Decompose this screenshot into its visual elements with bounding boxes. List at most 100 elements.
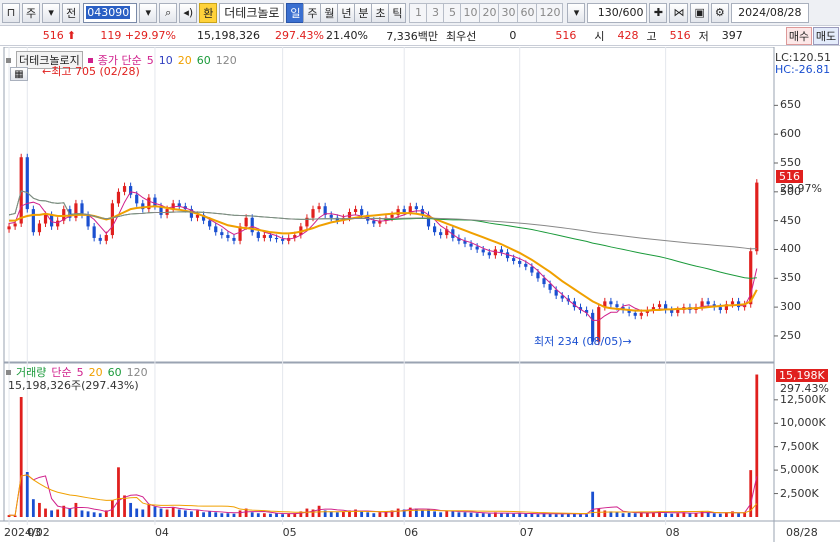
candle-body [135, 194, 139, 204]
stock-code-input[interactable]: 043090 [83, 2, 138, 23]
count-field[interactable]: 130/600 [587, 2, 648, 23]
ma120-legend: 120 [215, 53, 237, 67]
market-type-button[interactable]: 주 [22, 2, 41, 23]
ma10-legend: 10 [158, 53, 173, 67]
code-dropdown-icon[interactable]: ▾ [139, 2, 158, 23]
volume-bar [360, 511, 364, 517]
candle-body [487, 252, 491, 256]
volume-bar [50, 510, 53, 517]
interval-tab[interactable]: 30 [498, 2, 519, 23]
candle-body [311, 209, 315, 218]
candle-body [25, 157, 29, 210]
y-tick-label: 500 [780, 184, 801, 198]
ma-line-120 [8, 190, 757, 250]
volume-tick-label: 12,500K [780, 392, 826, 406]
candle-body [536, 272, 540, 279]
volume-bar [536, 514, 540, 517]
sell-button[interactable]: 매도 [813, 27, 839, 45]
date-field[interactable]: 2024/08/28 [730, 2, 809, 23]
volume-bar [269, 513, 272, 517]
indicator-icon[interactable]: ⋈ [669, 2, 689, 23]
chart-area[interactable]: 더테크놀로지 종가 단순 5 10 20 60 120 ▦ LC:120.51 … [0, 46, 840, 542]
volume-badge: 15,198K [776, 369, 828, 382]
volume-value-line: 15,198,326주(297.43%) [8, 379, 139, 392]
x-tick-label: 04 [154, 526, 169, 539]
period-tabs: 일주월년분초틱 [286, 2, 407, 23]
period-tab[interactable]: 일 [286, 2, 305, 23]
save-icon[interactable]: ▣ [690, 2, 709, 23]
candle-body [414, 206, 418, 210]
search-icon[interactable]: ⌕ [159, 2, 178, 23]
volume-bar [469, 512, 473, 517]
x-tick-label: 03 [27, 526, 42, 539]
high-annotation: ←최고 705 (02/28) [42, 65, 140, 78]
chart-settings-icon[interactable]: ⊓ [2, 2, 20, 23]
candle-body [730, 301, 735, 305]
interval-tab[interactable]: 20 [479, 2, 500, 23]
volume-bar [275, 513, 278, 517]
interval-tab[interactable]: 120 [536, 2, 564, 23]
period-tab[interactable]: 년 [337, 2, 356, 23]
quote-bar: 516 ⬆ 119 +29.97% 15,198,326 297.43% 21.4… [0, 26, 840, 46]
candle-body [524, 263, 528, 267]
candle-body [317, 206, 321, 210]
candle-body [548, 284, 552, 290]
volume-bar [676, 513, 680, 517]
dropdown-chevron-icon[interactable]: ▾ [42, 2, 61, 23]
up-arrow-icon: ⬆ [66, 29, 76, 42]
interval-tab[interactable]: 3 [426, 2, 445, 23]
volume-ma5-line [9, 474, 758, 516]
candle-body [408, 206, 412, 212]
period-tab[interactable]: 초 [371, 2, 390, 23]
candle-body [718, 307, 722, 310]
volume-bar [664, 513, 668, 517]
open-label: 시 [594, 29, 605, 43]
volume-bar [378, 512, 382, 517]
volume-bar [518, 513, 522, 517]
table-icon[interactable]: ▦ [10, 67, 28, 81]
period-tab[interactable]: 분 [354, 2, 373, 23]
candle-body [122, 186, 127, 192]
volume-bar [457, 512, 461, 517]
interval-tab[interactable]: 10 [460, 2, 481, 23]
y-tick-label: 300 [780, 300, 801, 314]
gear-icon[interactable]: ⚙ [710, 2, 729, 23]
interval-tab[interactable]: 60 [517, 2, 538, 23]
stock-chart[interactable] [0, 46, 840, 542]
interval-tab[interactable]: 5 [443, 2, 462, 23]
candle-body [633, 312, 637, 316]
volume-bar [554, 514, 558, 517]
candle-body [329, 214, 333, 218]
volume-bar [177, 509, 181, 517]
buy-button[interactable]: 매수 [786, 27, 812, 45]
volume-bar [135, 508, 139, 517]
period-tab[interactable]: 주 [303, 2, 322, 23]
sound-icon[interactable]: ◂) [179, 2, 198, 23]
volume-bar [19, 397, 23, 517]
volume-bar [694, 513, 698, 517]
stock-name-field: 더테크놀로 [219, 2, 285, 23]
candle-body [195, 214, 200, 218]
ma5-legend: 5 [146, 53, 154, 67]
volume-bar [232, 513, 236, 517]
period-tab[interactable]: 틱 [388, 2, 407, 23]
volume-bar [335, 512, 339, 517]
prev-button[interactable]: 전 [62, 2, 81, 23]
interval-tab[interactable]: 1 [409, 2, 428, 23]
candle-body [256, 232, 260, 238]
currency-button[interactable]: 환 [199, 2, 218, 23]
volume-bar [366, 512, 370, 517]
volume-tick-label: 7,500K [780, 439, 819, 453]
volume-bar [506, 513, 509, 517]
interval-dropdown-icon[interactable]: ▾ [567, 2, 586, 23]
volume-tick-label: 10,000K [780, 416, 826, 430]
candle-body [116, 191, 121, 204]
volume-bar [196, 510, 199, 517]
period-tab[interactable]: 월 [320, 2, 339, 23]
candle-type-icon[interactable]: ✚ [649, 2, 668, 23]
volume-bar [487, 513, 491, 517]
volume-tick-label: 2,500K [780, 486, 819, 500]
candle-body [372, 220, 376, 224]
current-price: 516 ⬆ [42, 29, 76, 42]
candle-body [615, 304, 619, 308]
